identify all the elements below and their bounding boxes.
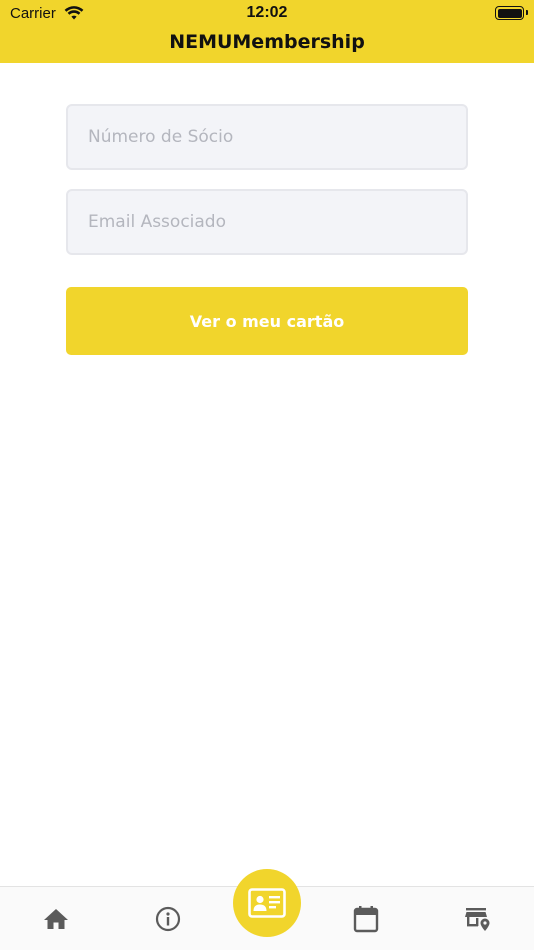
status-time: 12:02 [246,4,288,21]
info-icon [155,906,180,932]
email-input[interactable] [66,189,468,255]
home-icon [43,909,68,929]
tab-membership-card[interactable] [233,869,301,937]
battery-level [497,8,522,18]
app-header: Carrier 12:02 NEMUMembership [0,0,534,63]
view-card-button[interactable]: Ver o meu cartão [66,287,468,355]
battery-icon [495,6,528,20]
tab-store-locator[interactable] [424,887,531,950]
member-number-input[interactable] [66,104,468,170]
calendar-icon [353,906,378,933]
id-card-icon [248,888,286,918]
battery-cap [525,10,528,15]
status-bar: Carrier 12:02 [0,0,534,28]
tab-calendar[interactable] [312,887,419,950]
page-title: NEMUMembership [169,31,365,53]
tab-info[interactable] [114,887,221,950]
tab-home[interactable] [2,887,109,950]
store-location-icon [464,908,489,931]
